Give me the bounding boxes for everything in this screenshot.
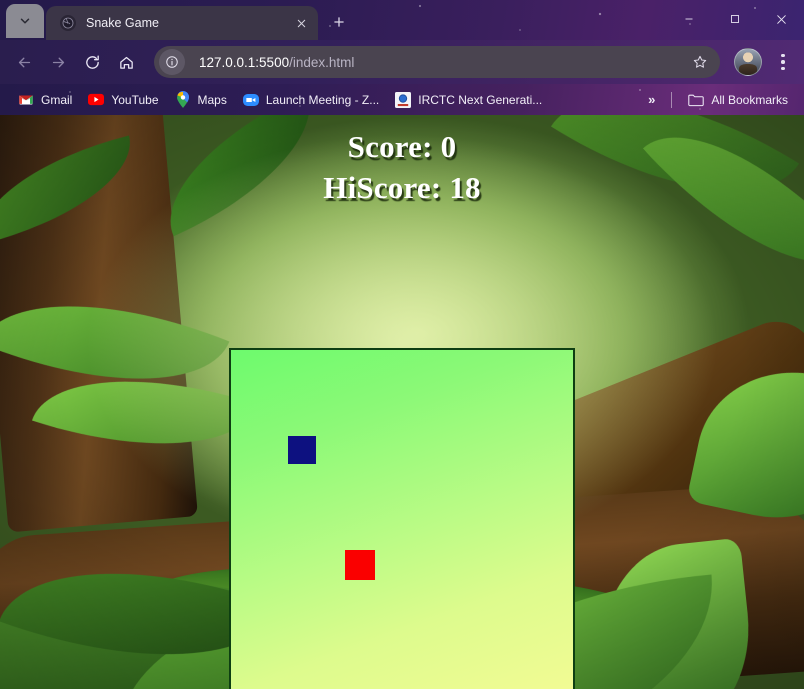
menu-dot bbox=[781, 66, 785, 71]
youtube-icon bbox=[88, 92, 105, 108]
browser-window: Snake Game 127.0.0.1:5500/index.html Gma… bbox=[0, 0, 804, 689]
bookmarks-bar: Gmail YouTube Maps Launch Meeting - Z...… bbox=[0, 84, 804, 115]
site-info-icon[interactable] bbox=[159, 49, 185, 75]
globe-icon bbox=[60, 15, 76, 31]
bookmark-label: YouTube bbox=[111, 92, 159, 107]
zoom-icon bbox=[242, 92, 259, 108]
menu-dot bbox=[781, 60, 785, 64]
maximize-icon bbox=[731, 15, 739, 23]
plus-icon bbox=[334, 17, 344, 27]
all-bookmarks-button[interactable]: All Bookmarks bbox=[680, 89, 796, 111]
maximize-button[interactable] bbox=[712, 0, 758, 38]
food-item bbox=[345, 550, 375, 580]
bookmarks-separator bbox=[671, 91, 673, 108]
chevron-down-icon bbox=[20, 18, 30, 24]
tab-title: Snake Game bbox=[86, 16, 159, 30]
reload-button[interactable] bbox=[76, 46, 108, 78]
browser-toolbar: 127.0.0.1:5500/index.html bbox=[0, 40, 804, 84]
chrome-menu-button[interactable] bbox=[770, 47, 796, 77]
bookmark-label: Launch Meeting - Z... bbox=[265, 92, 380, 107]
url-path: /index.html bbox=[289, 54, 355, 70]
home-button[interactable] bbox=[110, 46, 142, 78]
menu-dot bbox=[781, 53, 785, 58]
page-content: Score: 0 HiScore: 18 bbox=[0, 115, 804, 689]
bookmark-zoom[interactable]: Launch Meeting - Z... bbox=[235, 89, 387, 111]
minimize-button[interactable] bbox=[666, 0, 712, 38]
bookmark-maps[interactable]: Maps bbox=[167, 89, 235, 111]
bookmark-youtube[interactable]: YouTube bbox=[80, 89, 166, 111]
tab-search-button[interactable] bbox=[6, 4, 44, 38]
maps-pin-icon bbox=[175, 91, 191, 108]
tab-strip: Snake Game bbox=[0, 0, 804, 40]
arrow-right-icon bbox=[52, 57, 64, 67]
close-tab-icon[interactable] bbox=[290, 12, 312, 34]
close-window-button[interactable] bbox=[758, 0, 804, 38]
window-controls bbox=[666, 0, 804, 38]
bookmarks-bar-right: » All Bookmarks bbox=[640, 89, 796, 111]
folder-icon bbox=[688, 92, 705, 108]
reload-icon bbox=[85, 54, 99, 69]
new-tab-button[interactable] bbox=[324, 7, 354, 37]
back-button[interactable] bbox=[8, 46, 40, 78]
bookmark-irctc[interactable]: IRCTC Next Generati... bbox=[387, 89, 550, 111]
url-host: 127.0.0.1:5500 bbox=[199, 54, 290, 70]
tab-snake-game[interactable]: Snake Game bbox=[46, 6, 318, 40]
game-board[interactable] bbox=[229, 348, 575, 689]
close-icon bbox=[776, 14, 786, 24]
all-bookmarks-label: All Bookmarks bbox=[711, 92, 788, 107]
snake-head bbox=[288, 436, 316, 464]
irctc-icon bbox=[395, 91, 412, 108]
bookmark-gmail[interactable]: Gmail bbox=[10, 89, 80, 111]
bookmark-star-icon[interactable] bbox=[686, 48, 714, 76]
address-bar[interactable]: 127.0.0.1:5500/index.html bbox=[154, 46, 720, 78]
profile-avatar[interactable] bbox=[734, 48, 762, 76]
home-icon bbox=[119, 56, 133, 69]
url-text: 127.0.0.1:5500/index.html bbox=[199, 55, 686, 70]
minimize-icon bbox=[685, 18, 693, 20]
arrow-left-icon bbox=[18, 57, 30, 67]
forward-button[interactable] bbox=[42, 46, 74, 78]
bookmark-label: IRCTC Next Generati... bbox=[418, 92, 543, 107]
gmail-icon bbox=[18, 92, 34, 108]
bookmark-label: Gmail bbox=[41, 92, 73, 107]
bookmarks-overflow-button[interactable]: » bbox=[640, 90, 663, 109]
bookmark-label: Maps bbox=[197, 92, 227, 107]
